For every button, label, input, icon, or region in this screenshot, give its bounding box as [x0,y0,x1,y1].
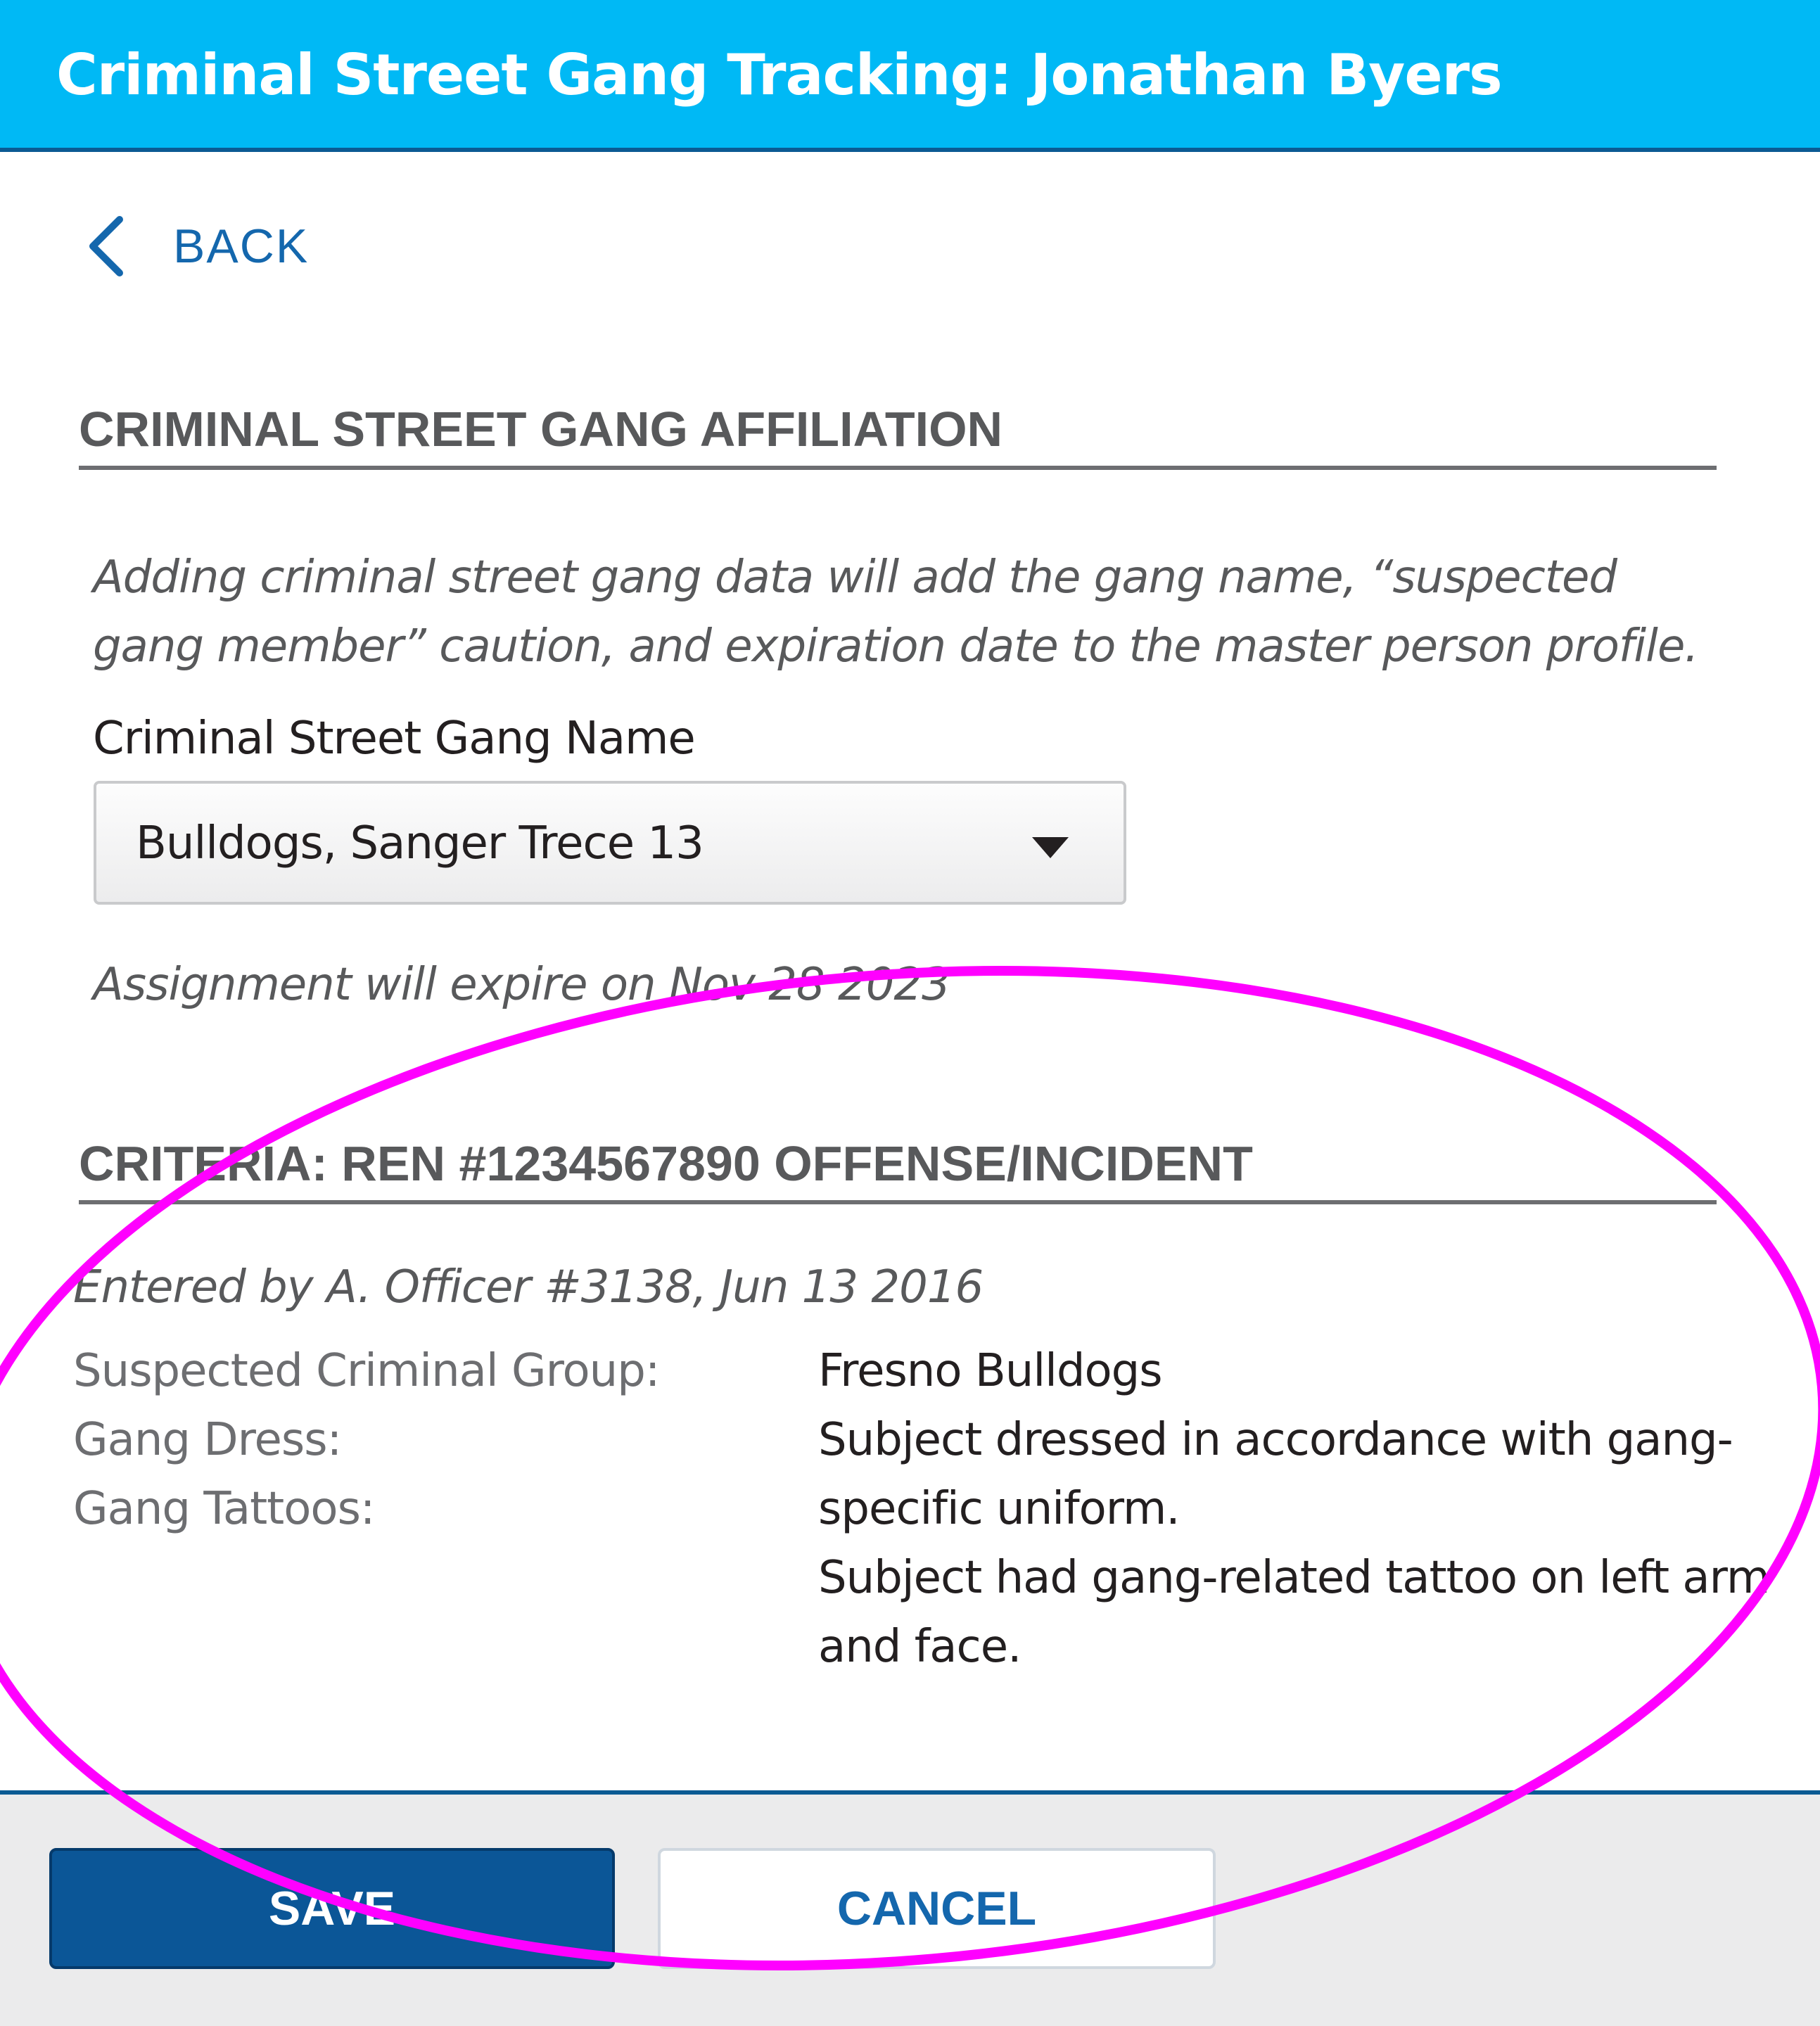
expiration-text: Assignment will expire on Nov 28 2023 [93,959,950,1011]
criteria-label: Gang Dress: [73,1414,342,1466]
app-header: Criminal Street Gang Tracking: Jonathan … [0,0,1820,152]
criteria-label: Gang Tattoos: [73,1483,375,1535]
cancel-button[interactable]: CANCEL [658,1848,1216,1969]
gang-name-select[interactable]: Bulldogs, Sanger Trece 13 [94,781,1126,905]
criteria-value: Subject had gang-related tattoo on left … [818,1552,1770,1673]
criteria-labels: Suspected Criminal Group: Gang Dress: Ga… [73,1337,660,1543]
criteria-values: Fresno Bulldogs Subject dressed in accor… [818,1337,1803,1681]
back-button[interactable]: BACK [83,211,309,281]
chevron-left-icon [89,216,123,276]
back-label: BACK [173,219,310,273]
criteria-heading: CRITERIA: REN #1234567890 OFFENSE/INCIDE… [79,1134,1717,1204]
caret-down-icon [1032,837,1069,858]
affiliation-intro: Adding criminal street gang data will ad… [93,552,1699,673]
gang-name-label: Criminal Street Gang Name [93,713,696,765]
entered-by-text: Entered by A. Officer #3138, Jun 13 2016 [73,1261,984,1313]
page-title: Criminal Street Gang Tracking: Jonathan … [56,42,1503,108]
affiliation-heading: CRIMINAL STREET GANG AFFILIATION [79,400,1717,470]
criteria-label: Suspected Criminal Group: [73,1345,660,1397]
criteria-value: Fresno Bulldogs [818,1345,1163,1397]
criteria-value: Subject dressed in accordance with gang-… [818,1414,1733,1535]
gang-name-value: Bulldogs, Sanger Trece 13 [136,817,704,869]
save-button[interactable]: SAVE [49,1848,615,1969]
